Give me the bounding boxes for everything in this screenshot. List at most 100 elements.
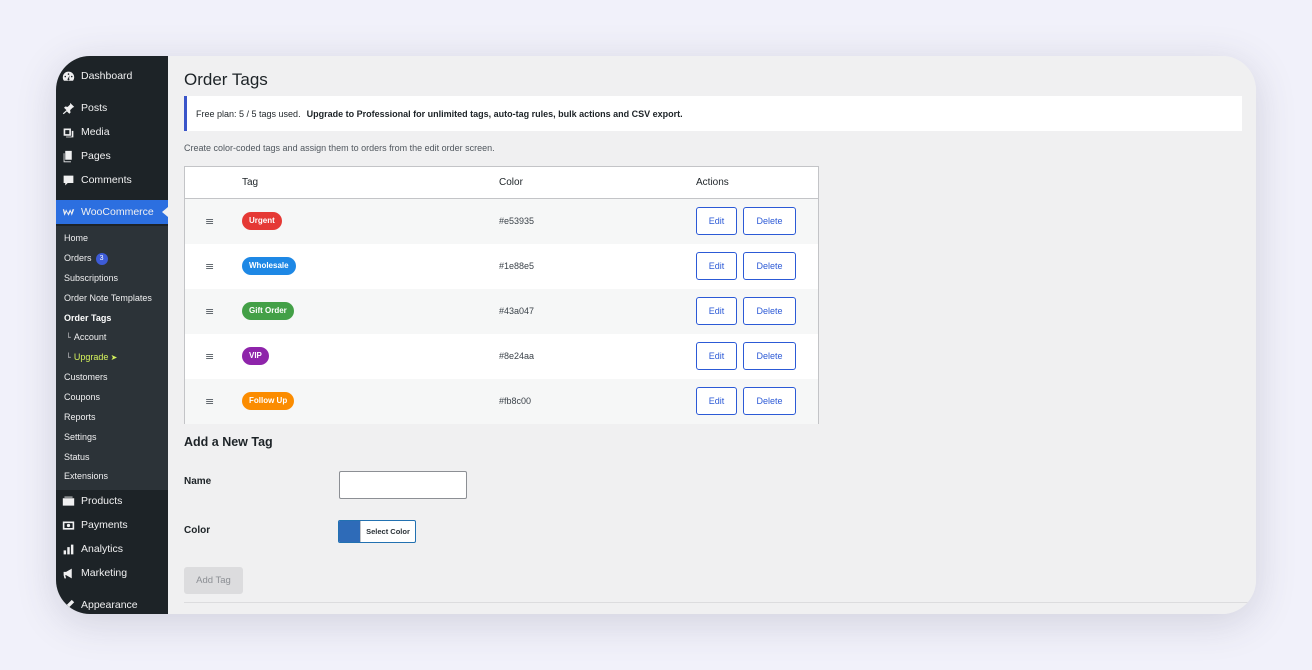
- drag-handle-icon[interactable]: ≡: [205, 395, 214, 408]
- edit-tag-button[interactable]: Edit: [696, 207, 737, 235]
- edit-tag-button[interactable]: Edit: [696, 252, 737, 280]
- submenu-item-order-note-templates[interactable]: Order Note Templates: [64, 291, 152, 305]
- header-color: Color: [499, 177, 523, 188]
- submenu-item-reports[interactable]: Reports: [64, 410, 96, 424]
- tag-pill: Gift Order: [242, 302, 294, 320]
- sidebar-item-label: Payments: [81, 519, 128, 531]
- divider: [184, 602, 1256, 603]
- table-row: ≡ Follow Up #fb8c00 Edit Delete: [185, 379, 818, 424]
- tag-color-value: #1e88e5: [499, 261, 535, 271]
- table-row: ≡ Wholesale #1e88e5 Edit Delete: [185, 244, 818, 289]
- sidebar-item-label: Appearance: [81, 599, 138, 611]
- main-content: Order Tags Free plan: 5 / 5 tags used. U…: [168, 56, 1256, 614]
- edit-tag-button[interactable]: Edit: [696, 387, 737, 415]
- tag-color-value: #43a047: [499, 306, 535, 316]
- notice-upgrade-text: Upgrade to Professional for unlimited ta…: [306, 108, 683, 119]
- table-row: ≡ VIP #8e24aa Edit Delete: [185, 334, 818, 379]
- name-label: Name: [184, 476, 212, 487]
- admin-sidebar: Dashboard Posts Media Pages Comments WooComme…: [56, 56, 168, 614]
- sidebar-item-payments[interactable]: Payments: [56, 513, 168, 537]
- submenu-item-customers[interactable]: Customers: [64, 370, 108, 384]
- header-actions: Actions: [696, 177, 729, 188]
- tag-pill: Wholesale: [242, 257, 296, 275]
- sidebar-item-media[interactable]: Media: [56, 120, 168, 144]
- analytics-icon: [62, 543, 75, 556]
- payments-icon: [62, 519, 75, 532]
- sidebar-item-label: Posts: [81, 102, 108, 114]
- dashboard-icon: [62, 70, 75, 83]
- drag-handle-icon[interactable]: ≡: [205, 350, 214, 363]
- arrow-right-icon: ➤: [108, 353, 118, 362]
- sidebar-item-dashboard[interactable]: Dashboard: [56, 64, 168, 88]
- tag-pill: Follow Up: [242, 392, 295, 410]
- tag-name-input[interactable]: [339, 471, 467, 499]
- tag-color-value: #fb8c00: [499, 396, 532, 406]
- sidebar-item-pages[interactable]: Pages: [56, 144, 168, 168]
- submenu-item-upgrade[interactable]: └ Upgrade ➤: [66, 350, 117, 364]
- sidebar-item-appearance[interactable]: Appearance: [56, 593, 168, 614]
- drag-handle-icon[interactable]: ≡: [205, 305, 214, 318]
- notice-usage-text: Free plan: 5 / 5 tags used.: [196, 108, 301, 119]
- sidebar-item-woocommerce[interactable]: WooCommerce: [56, 200, 168, 224]
- submenu-item-label: Order Note Templates: [64, 293, 152, 303]
- products-icon: [62, 495, 75, 508]
- submenu-item-account[interactable]: └ Account: [66, 330, 106, 344]
- sidebar-item-marketing[interactable]: Marketing: [56, 561, 168, 585]
- edit-tag-button[interactable]: Edit: [696, 342, 737, 370]
- submenu-item-label: Subscriptions: [64, 273, 119, 283]
- delete-tag-button[interactable]: Delete: [743, 387, 796, 415]
- color-picker-button[interactable]: Select Color: [338, 520, 416, 543]
- plan-notice: Free plan: 5 / 5 tags used. Upgrade to P…: [184, 96, 1242, 131]
- submenu-item-settings[interactable]: Settings: [64, 430, 97, 444]
- submenu-item-home[interactable]: Home: [64, 231, 88, 245]
- submenu-item-label: Upgrade: [73, 352, 109, 362]
- pin-icon: [62, 102, 75, 115]
- submenu-item-status[interactable]: Status: [64, 450, 90, 464]
- submenu-item-label: Extensions: [64, 471, 109, 481]
- submenu-item-label: Customers: [64, 372, 108, 382]
- page-title: Order Tags: [184, 70, 268, 89]
- pages-icon: [62, 150, 75, 163]
- sidebar-item-label: Pages: [81, 150, 111, 162]
- sidebar-item-comments[interactable]: Comments: [56, 168, 168, 192]
- edit-tag-button[interactable]: Edit: [696, 297, 737, 325]
- table-row: ≡ Urgent #e53935 Edit Delete: [185, 199, 818, 244]
- tree-branch-icon: └: [66, 353, 71, 362]
- submenu-item-subscriptions[interactable]: Subscriptions: [64, 271, 118, 285]
- submenu-item-order-tags[interactable]: Order Tags: [64, 311, 111, 325]
- sidebar-item-label: Analytics: [81, 543, 124, 555]
- submenu-item-label: Order Tags: [64, 313, 112, 323]
- drag-handle-icon[interactable]: ≡: [205, 215, 214, 228]
- submenu-item-label: Settings: [64, 432, 97, 442]
- sidebar-item-analytics[interactable]: Analytics: [56, 537, 168, 561]
- tags-table: Tag Color Actions ≡ Urgent #e53935 Edit Dele…: [184, 166, 819, 424]
- woocommerce-icon: [62, 206, 75, 219]
- sidebar-item-products[interactable]: Products: [56, 489, 168, 513]
- submenu-item-label: Home: [64, 233, 89, 243]
- sidebar-item-label: Dashboard: [81, 70, 133, 82]
- submenu-item-orders[interactable]: Orders 3: [64, 251, 108, 265]
- submenu-item-extensions[interactable]: Extensions: [64, 469, 108, 483]
- drag-handle-icon[interactable]: ≡: [205, 260, 214, 273]
- add-tag-heading: Add a New Tag: [184, 435, 273, 449]
- submenu-item-label: Account: [73, 332, 107, 342]
- delete-tag-button[interactable]: Delete: [743, 297, 796, 325]
- appearance-icon: [62, 599, 75, 612]
- delete-tag-button[interactable]: Delete: [743, 207, 796, 235]
- tree-branch-icon: └: [66, 333, 71, 342]
- submenu-item-coupons[interactable]: Coupons: [64, 390, 100, 404]
- header-tag: Tag: [242, 177, 259, 188]
- sidebar-item-posts[interactable]: Posts: [56, 96, 168, 120]
- color-swatch: [339, 521, 360, 542]
- add-tag-button[interactable]: Add Tag: [184, 567, 243, 594]
- tag-pill: Urgent: [242, 212, 282, 230]
- delete-tag-button[interactable]: Delete: [743, 342, 796, 370]
- delete-tag-button[interactable]: Delete: [743, 252, 796, 280]
- table-row: ≡ Gift Order #43a047 Edit Delete: [185, 289, 818, 334]
- submenu-item-label: Status: [64, 452, 90, 462]
- orders-count-badge: 3: [95, 253, 108, 265]
- comments-icon: [62, 174, 75, 187]
- sidebar-item-label: Products: [81, 495, 123, 507]
- media-icon: [62, 126, 75, 139]
- submenu-item-label: Coupons: [64, 392, 101, 402]
